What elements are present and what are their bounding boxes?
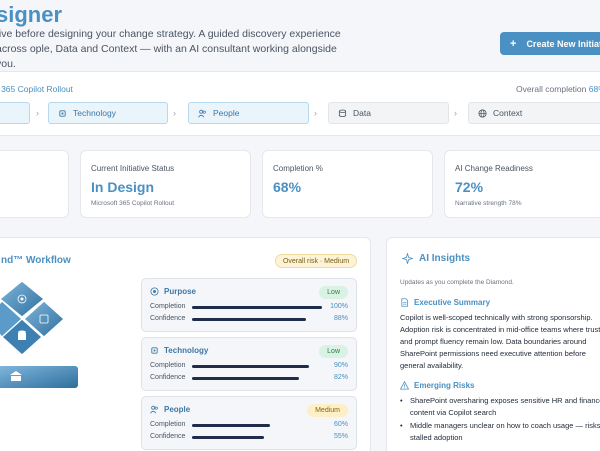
page-subtitle: tive before designing your change strate… (0, 28, 341, 70)
dimension-card-people[interactable]: People Medium Completion 60% Confidence … (141, 396, 357, 450)
completion-label: Completion (150, 362, 186, 369)
chevron-right-icon: › (36, 108, 39, 118)
confidence-value: 88% (333, 315, 348, 322)
create-new-initiative-button[interactable]: + Create New Initiati (500, 32, 600, 55)
step-purpose[interactable] (0, 102, 30, 124)
ai-updated-note: Updates as you complete the Diamond. (400, 279, 514, 286)
confidence-label: Confidence (150, 433, 186, 440)
overall-completion-value: 68% (588, 84, 600, 94)
risk-level-badge: Low (319, 286, 348, 299)
step-people[interactable]: People (188, 102, 309, 124)
status-card-sub: Microsoft 365 Copilot Rollout (91, 200, 175, 207)
confidence-value: 55% (333, 433, 348, 440)
page-title: signer (0, 2, 63, 27)
completion-card: Completion % 68% (262, 150, 433, 218)
emerging-risks-heading: Emerging Risks (400, 381, 474, 390)
risk-level-badge: Medium (307, 404, 348, 417)
warning-icon (400, 381, 409, 390)
people-icon (150, 405, 158, 414)
globe-icon (478, 108, 487, 118)
risk-item: SharePoint oversharing exposes sensitive… (400, 395, 600, 419)
completion-value: 90% (333, 362, 348, 369)
emerging-risks-label: Emerging Risks (414, 381, 475, 390)
status-card-label: Current Initiative Status (91, 164, 175, 173)
dimension-card-technology[interactable]: Technology Low Completion 90% Confidence… (141, 337, 357, 391)
dimension-name: Purpose (150, 287, 196, 296)
confidence-bar (192, 436, 264, 439)
confidence-value: 82% (333, 374, 348, 381)
chevron-right-icon: › (454, 108, 457, 118)
dimension-name: Technology (150, 346, 208, 355)
workflow-title: nd™ Workflow (1, 255, 71, 266)
completion-card-label: Completion % (273, 164, 323, 173)
confidence-label: Confidence (150, 315, 186, 322)
risk-level-badge: Low (319, 345, 348, 358)
target-icon (150, 287, 159, 296)
readiness-card-label: AI Change Readiness (455, 164, 533, 173)
create-new-initiative-label: Create New Initiati (526, 38, 600, 49)
target-icon-center (20, 297, 24, 301)
step-data-label: Data (353, 108, 371, 118)
overall-completion: Overall completion 68% (516, 84, 600, 94)
chip-icon (59, 109, 66, 117)
diamond-diagram[interactable] (0, 279, 82, 391)
plus-icon: + (510, 37, 517, 50)
step-context[interactable]: Context (468, 102, 600, 124)
database-icon (338, 109, 347, 117)
confidence-label: Confidence (150, 374, 186, 381)
summary-card-left (0, 150, 69, 218)
overall-completion-label: Overall completion (516, 84, 587, 94)
diamond-stepbar: ft 365 Copilot Rollout Overall completio… (0, 71, 600, 136)
confidence-bar (192, 377, 299, 380)
executive-summary-text: Copilot is well-scoped technically with … (400, 313, 600, 370)
dimension-name-label: Technology (164, 346, 209, 355)
dimension-name: People (150, 405, 190, 414)
completion-value: 60% (333, 421, 348, 428)
chip-icon (151, 347, 158, 354)
step-context-label: Context (493, 108, 523, 118)
completion-bar (192, 306, 322, 309)
sparkle-icon (402, 253, 413, 264)
executive-summary-heading: Executive Summary (400, 298, 490, 307)
chevron-right-icon: › (173, 108, 176, 118)
people-icon (198, 109, 206, 117)
step-data[interactable]: Data (328, 102, 449, 124)
readiness-card-sub: Narrative strength 78% (455, 200, 522, 207)
chevron-right-icon: › (314, 108, 317, 118)
completion-label: Completion (150, 421, 186, 428)
completion-card-value: 68% (273, 179, 302, 195)
dimension-name-label: Purpose (164, 287, 197, 296)
executive-summary-label: Executive Summary (414, 298, 491, 307)
step-technology-label: Technology (73, 108, 117, 118)
confidence-bar (192, 318, 306, 321)
completion-bar (192, 424, 270, 427)
initiative-name: ft 365 Copilot Rollout (0, 84, 73, 94)
completion-value: 100% (330, 303, 348, 310)
document-icon (401, 298, 409, 307)
completion-label: Completion (150, 303, 186, 310)
database-icon-body (18, 333, 26, 340)
ai-insights-title-label: AI Insights (419, 253, 471, 264)
status-card-value: In Design (91, 179, 155, 195)
step-people-label: People (213, 108, 240, 118)
readiness-card: AI Change Readiness 72% Narrative streng… (444, 150, 600, 218)
overall-risk-badge: Overall risk · Medium (275, 254, 357, 268)
readiness-card-value: 72% (455, 179, 484, 195)
status-card: Current Initiative Status In Design Micr… (80, 150, 251, 218)
risk-item: Middle managers unclear on how to coach … (400, 420, 600, 444)
step-technology[interactable]: Technology (48, 102, 168, 124)
dimension-card-purpose[interactable]: Purpose Low Completion 100% Confidence 8… (141, 278, 357, 332)
completion-bar (192, 365, 309, 368)
ai-insights-title: AI Insights (402, 253, 470, 264)
dimension-name-label: People (164, 405, 191, 414)
page-header: signer tive before designing your change… (0, 0, 600, 70)
